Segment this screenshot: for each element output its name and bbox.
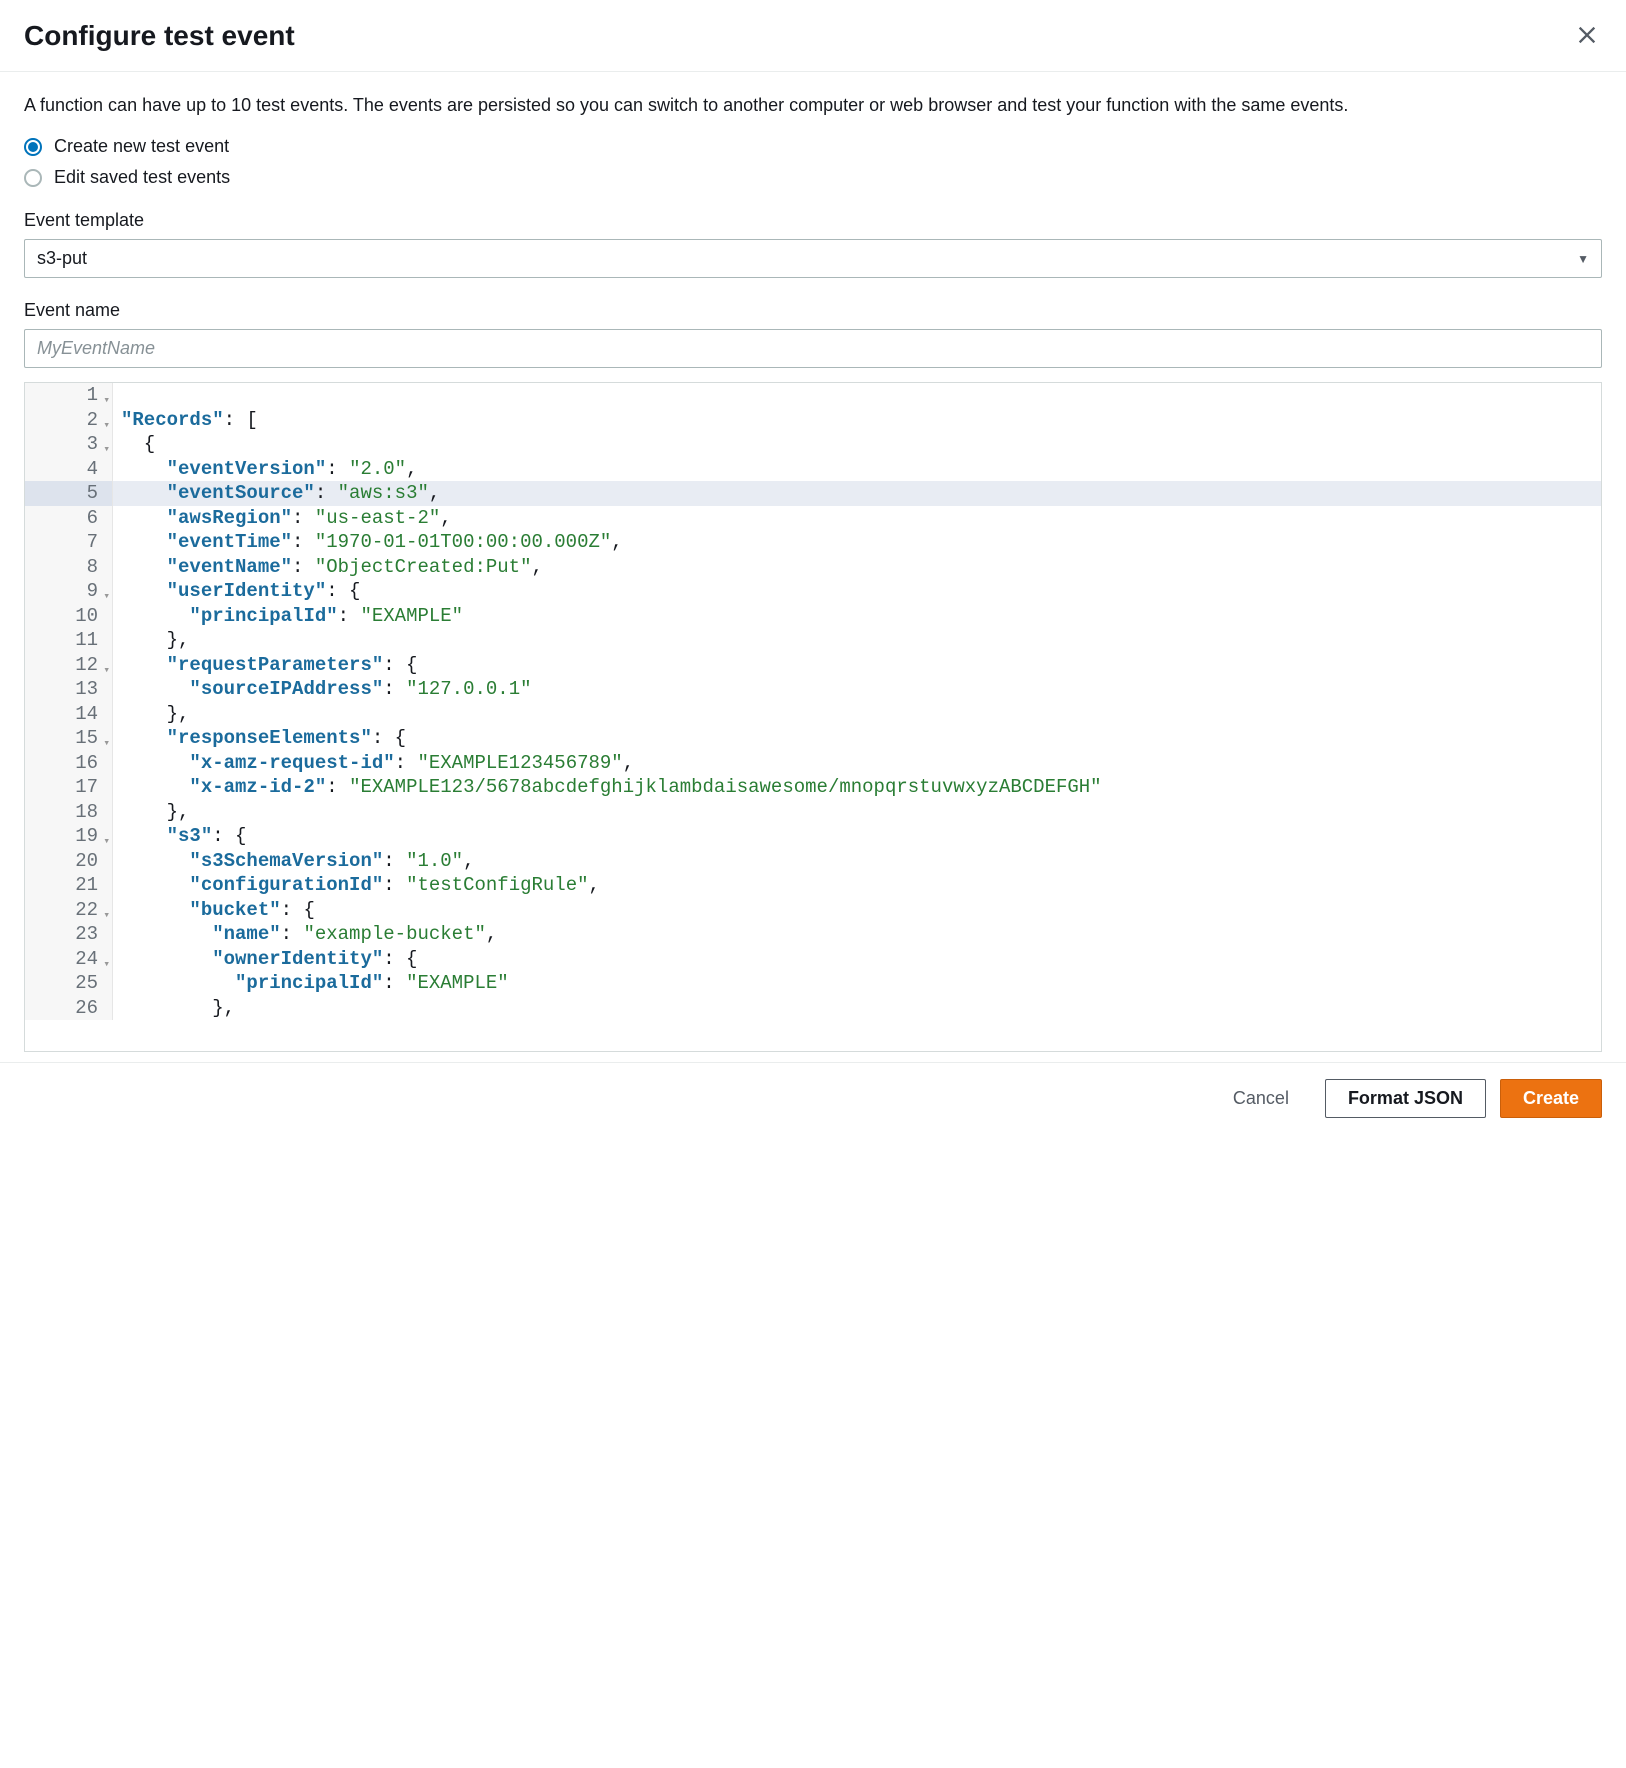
event-name-input[interactable] xyxy=(24,329,1602,368)
code-line[interactable]: 17 "x-amz-id-2": "EXAMPLE123/5678abcdefg… xyxy=(25,775,1601,800)
radio-icon xyxy=(24,138,42,156)
code-line[interactable]: 15▾ "responseElements": { xyxy=(25,726,1601,751)
code-line[interactable]: 24▾ "ownerIdentity": { xyxy=(25,947,1601,972)
event-template-label: Event template xyxy=(24,210,1602,231)
select-value: s3-put xyxy=(37,248,87,269)
code-line[interactable]: 19▾ "s3": { xyxy=(25,824,1601,849)
code-line[interactable]: 12▾ "requestParameters": { xyxy=(25,653,1601,678)
code-line[interactable]: 2▾"Records": [ xyxy=(25,408,1601,433)
radio-label: Create new test event xyxy=(54,136,229,157)
close-button[interactable] xyxy=(1572,20,1602,53)
code-line[interactable]: 3▾ { xyxy=(25,432,1601,457)
create-button[interactable]: Create xyxy=(1500,1079,1602,1118)
code-line[interactable]: 9▾ "userIdentity": { xyxy=(25,579,1601,604)
json-editor[interactable]: 1▾2▾"Records": [3▾ {4 "eventVersion": "2… xyxy=(24,382,1602,1052)
code-line[interactable]: 16 "x-amz-request-id": "EXAMPLE123456789… xyxy=(25,751,1601,776)
code-line[interactable]: 21 "configurationId": "testConfigRule", xyxy=(25,873,1601,898)
code-line[interactable]: 11 }, xyxy=(25,628,1601,653)
modal-title: Configure test event xyxy=(24,20,295,52)
event-name-label: Event name xyxy=(24,300,1602,321)
code-line[interactable]: 25 "principalId": "EXAMPLE" xyxy=(25,971,1601,996)
code-line[interactable]: 14 }, xyxy=(25,702,1601,727)
cancel-button[interactable]: Cancel xyxy=(1211,1079,1311,1118)
event-mode-radio-group: Create new test event Edit saved test ev… xyxy=(24,136,1602,188)
code-line[interactable]: 5 "eventSource": "aws:s3", xyxy=(25,481,1601,506)
radio-create-new[interactable]: Create new test event xyxy=(24,136,1602,157)
code-line[interactable]: 18 }, xyxy=(25,800,1601,825)
code-line[interactable]: 8 "eventName": "ObjectCreated:Put", xyxy=(25,555,1601,580)
format-json-button[interactable]: Format JSON xyxy=(1325,1079,1486,1118)
code-line[interactable]: 13 "sourceIPAddress": "127.0.0.1" xyxy=(25,677,1601,702)
code-line[interactable]: 7 "eventTime": "1970-01-01T00:00:00.000Z… xyxy=(25,530,1601,555)
radio-label: Edit saved test events xyxy=(54,167,230,188)
event-template-select[interactable]: s3-put ▼ xyxy=(24,239,1602,278)
code-line[interactable]: 26 }, xyxy=(25,996,1601,1021)
code-line[interactable]: 20 "s3SchemaVersion": "1.0", xyxy=(25,849,1601,874)
code-line[interactable]: 23 "name": "example-bucket", xyxy=(25,922,1601,947)
radio-icon xyxy=(24,169,42,187)
code-line[interactable]: 6 "awsRegion": "us-east-2", xyxy=(25,506,1601,531)
intro-text: A function can have up to 10 test events… xyxy=(24,92,1602,118)
close-icon xyxy=(1576,24,1598,46)
code-line[interactable]: 4 "eventVersion": "2.0", xyxy=(25,457,1601,482)
chevron-down-icon: ▼ xyxy=(1577,252,1589,266)
code-line[interactable]: 10 "principalId": "EXAMPLE" xyxy=(25,604,1601,629)
radio-edit-saved[interactable]: Edit saved test events xyxy=(24,167,1602,188)
code-line[interactable]: 1▾ xyxy=(25,383,1601,408)
code-line[interactable]: 22▾ "bucket": { xyxy=(25,898,1601,923)
